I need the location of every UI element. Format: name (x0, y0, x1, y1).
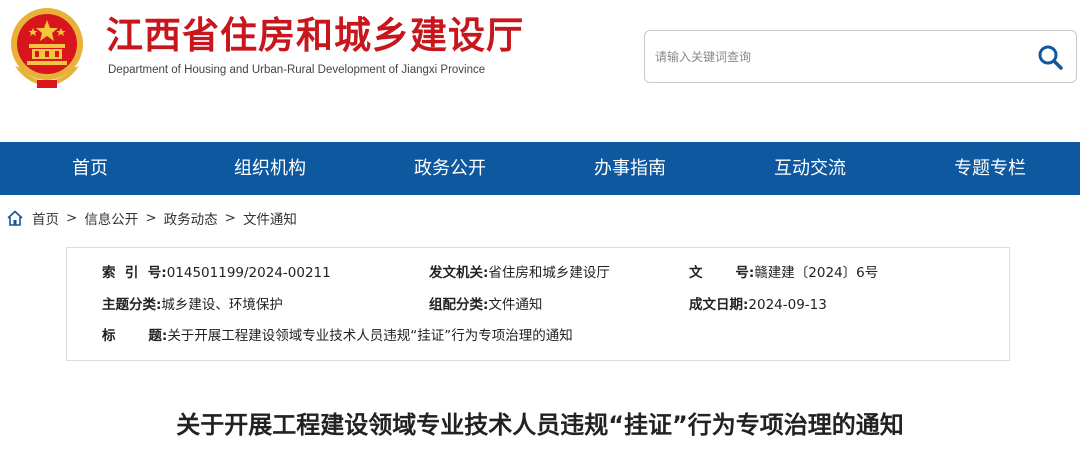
nav-item-special-topics[interactable]: 专题专栏 (900, 142, 1080, 195)
article-title: 关于开展工程建设领域专业技术人员违规“挂证”行为专项治理的通知 (176, 411, 904, 439)
meta-date-value: 2024-09-13 (748, 297, 827, 313)
search-input[interactable] (655, 45, 1015, 69)
site-header: 江西省住房和城乡建设厅 Department of Housing and Ur… (0, 0, 1080, 140)
breadcrumb-document-notices[interactable]: 文件通知 (243, 208, 297, 228)
meta-title-value: 关于开展工程建设领域专业技术人员违规“挂证”行为专项治理的通知 (167, 328, 573, 344)
main-nav: 首页 组织机构 政务公开 办事指南 互动交流 专题专栏 (0, 142, 1080, 195)
meta-date: 成文日期:2024-09-13 (689, 295, 827, 315)
meta-document-number: 文 号:赣建建〔2024〕6号 (689, 263, 878, 283)
breadcrumb-info-disclosure[interactable]: 信息公开 (84, 208, 138, 228)
breadcrumb-home[interactable]: 首页 (32, 208, 59, 228)
meta-issuer-value: 省住房和城乡建设厅 (488, 265, 610, 281)
meta-title: 标 题:关于开展工程建设领域专业技术人员违规“挂证”行为专项治理的通知 (102, 326, 573, 346)
breadcrumb-separator: > (66, 210, 78, 226)
meta-category-label: 组配分类: (429, 297, 489, 313)
meta-topic: 主题分类:城乡建设、环境保护 (102, 295, 283, 315)
nav-item-organization[interactable]: 组织机构 (180, 142, 360, 195)
site-title: 江西省住房和城乡建设厅 (106, 14, 524, 57)
nav-item-service-guide[interactable]: 办事指南 (540, 142, 720, 195)
meta-date-label: 成文日期: (689, 297, 749, 313)
meta-category: 组配分类:文件通知 (429, 295, 542, 315)
nav-item-government-affairs[interactable]: 政务公开 (360, 142, 540, 195)
meta-docno-value: 赣建建〔2024〕6号 (754, 265, 879, 281)
national-emblem-icon[interactable] (7, 6, 87, 90)
document-meta-panel: 索 引 号:014501199/2024-00211 发文机关:省住房和城乡建设… (66, 247, 1010, 361)
nav-item-home[interactable]: 首页 (0, 142, 180, 195)
meta-index-value: 014501199/2024-00211 (166, 265, 331, 281)
breadcrumb-separator: > (224, 210, 236, 226)
site-subtitle: Department of Housing and Urban-Rural De… (108, 64, 486, 76)
nav-item-interaction[interactable]: 互动交流 (720, 142, 900, 195)
breadcrumb-government-news[interactable]: 政务动态 (164, 208, 218, 228)
search-box (644, 30, 1077, 83)
meta-index-label: 索 引 号: (102, 265, 167, 281)
meta-title-label: 标 题: (102, 328, 168, 344)
breadcrumb-separator: > (145, 210, 157, 226)
meta-topic-label: 主题分类: (102, 297, 162, 313)
meta-category-value: 文件通知 (488, 297, 543, 313)
search-icon[interactable] (1036, 43, 1064, 71)
home-icon[interactable] (6, 209, 24, 227)
breadcrumb: 首页 > 信息公开 > 政务动态 > 文件通知 (6, 208, 297, 228)
meta-docno-label: 文 号: (689, 265, 755, 281)
meta-issuer: 发文机关:省住房和城乡建设厅 (429, 263, 610, 283)
meta-issuer-label: 发文机关: (429, 265, 489, 281)
meta-index-number: 索 引 号:014501199/2024-00211 (102, 263, 331, 283)
meta-topic-value: 城乡建设、环境保护 (161, 297, 283, 313)
